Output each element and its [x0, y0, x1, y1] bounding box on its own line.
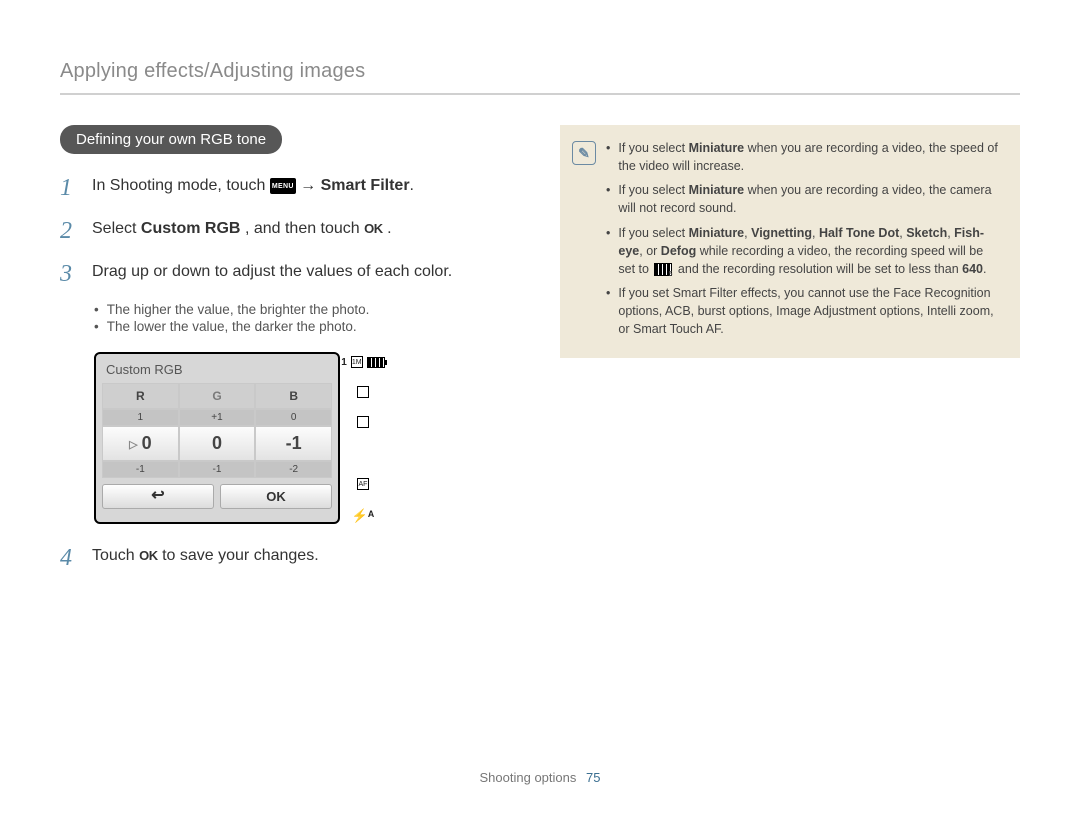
menu-icon: MENU: [270, 178, 296, 194]
cam-row-below: -1 -1 -2: [102, 461, 332, 478]
cam-row-above: 1 +1 0: [102, 409, 332, 426]
cam-back-button: ↩: [102, 484, 214, 509]
page: Applying effects/Adjusting images Defini…: [0, 0, 1080, 815]
content-columns: Defining your own RGB tone 1 In Shooting…: [60, 125, 1020, 587]
note-box: ✎ If you select Miniature when you are r…: [560, 125, 1020, 358]
note-item: If you select Miniature when you are rec…: [606, 139, 1002, 175]
bullet-icon: [606, 284, 610, 338]
cam-head-r: R: [102, 383, 179, 409]
cam-val: 0: [255, 409, 332, 426]
bullet-icon: [606, 181, 610, 217]
ok-icon: OK: [139, 546, 158, 566]
bullet-icon: [606, 139, 610, 175]
note1-pre: If you select: [618, 141, 688, 155]
section-pill: Defining your own RGB tone: [60, 125, 282, 154]
page-footer: Shooting options 75: [0, 770, 1080, 785]
cam-head-b: B: [255, 383, 332, 409]
step2-pre: Select: [92, 220, 141, 237]
bullet-icon: [94, 302, 99, 317]
cam-row-selected: 0 0 -1: [102, 426, 332, 461]
cam-val: -1: [102, 461, 179, 478]
cam-ok-button: OK: [220, 484, 332, 509]
step2-bold: Custom RGB: [141, 220, 241, 237]
arrow-icon: →: [300, 177, 316, 194]
step4-pre: Touch: [92, 547, 139, 564]
bullet-icon: [94, 319, 99, 334]
step-1: 1 In Shooting mode, touch MENU → Smart F…: [60, 174, 520, 203]
note2-bold: Miniature: [689, 183, 745, 197]
battery-icon: [367, 357, 385, 368]
step-body: In Shooting mode, touch MENU → Smart Fil…: [92, 174, 414, 198]
step1-pre: In Shooting mode, touch: [92, 177, 270, 194]
cam-side-icons: 1 1M AF ⚡ᴬ: [352, 352, 374, 524]
bullet-icon: [606, 224, 610, 278]
camera-lcd: Custom RGB R G B 1 +1 0 0: [94, 352, 340, 524]
right-column: ✎ If you select Miniature when you are r…: [560, 125, 1020, 587]
step-body: Touch OK to save your changes.: [92, 544, 319, 568]
page-title: Applying effects/Adjusting images: [60, 60, 1020, 95]
note2-pre: If you select: [618, 183, 688, 197]
af-icon: AF: [357, 478, 369, 490]
step-number: 4: [60, 544, 78, 573]
note-item: If you select Miniature when you are rec…: [606, 181, 1002, 217]
flash-icon: ⚡ᴬ: [352, 508, 375, 524]
footer-page-number: 75: [586, 770, 600, 785]
step3-sub2: The lower the value, the darker the phot…: [107, 319, 357, 334]
step3-sub1: The higher the value, the brighter the p…: [107, 302, 370, 317]
cam-side-top: 1 1M: [341, 356, 385, 368]
cam-val: -1: [179, 461, 256, 478]
note1-bold: Miniature: [689, 141, 745, 155]
step-number: 1: [60, 174, 78, 203]
cam-val-main: 0: [102, 426, 179, 461]
note4-text: If you set Smart Filter effects, you can…: [618, 284, 1002, 338]
step-4: 4 Touch OK to save your changes.: [60, 544, 520, 573]
mode-icon: [357, 416, 369, 428]
step2-period: .: [387, 220, 391, 237]
note-item: If you set Smart Filter effects, you can…: [606, 284, 1002, 338]
cam-val-main: -1: [255, 426, 332, 461]
size-icon: 1M: [351, 356, 363, 368]
ok-icon: OK: [364, 219, 383, 239]
step-3: 3 Drag up or down to adjust the values o…: [60, 260, 520, 289]
step-number: 2: [60, 217, 78, 246]
note-icon: ✎: [572, 141, 596, 165]
cam-head-g: G: [179, 383, 256, 409]
cam-head-row: R G B: [102, 383, 332, 409]
note-item: If you select Miniature, Vignetting, Hal…: [606, 224, 1002, 278]
note3-pre: If you select: [618, 226, 688, 240]
left-column: Defining your own RGB tone 1 In Shooting…: [60, 125, 520, 587]
step4-post: to save your changes.: [162, 547, 319, 564]
step-body: Select Custom RGB , and then touch OK .: [92, 217, 392, 241]
cam-side-one: 1: [341, 357, 347, 368]
cam-val-main: 0: [179, 426, 256, 461]
step1-bold: Smart Filter: [321, 177, 410, 194]
mode-icon: [357, 386, 369, 398]
cam-buttons: ↩ OK: [102, 484, 332, 509]
footer-section: Shooting options: [480, 770, 577, 785]
step2-mid: , and then touch: [245, 220, 364, 237]
step-2: 2 Select Custom RGB , and then touch OK …: [60, 217, 520, 246]
step-3-sub: The higher the value, the brighter the p…: [94, 302, 520, 334]
rec-speed-icon: [654, 263, 672, 276]
step-body: Drag up or down to adjust the values of …: [92, 260, 452, 284]
step1-period: .: [410, 177, 414, 194]
step-number: 3: [60, 260, 78, 289]
cam-title: Custom RGB: [102, 360, 332, 383]
cam-val: -2: [255, 461, 332, 478]
camera-screenshot: Custom RGB R G B 1 +1 0 0: [94, 352, 520, 524]
cam-val: 1: [102, 409, 179, 426]
note-list: If you select Miniature when you are rec…: [606, 139, 1002, 344]
cam-grid: R G B 1 +1 0 0 0 -1: [102, 383, 332, 478]
cam-val: +1: [179, 409, 256, 426]
